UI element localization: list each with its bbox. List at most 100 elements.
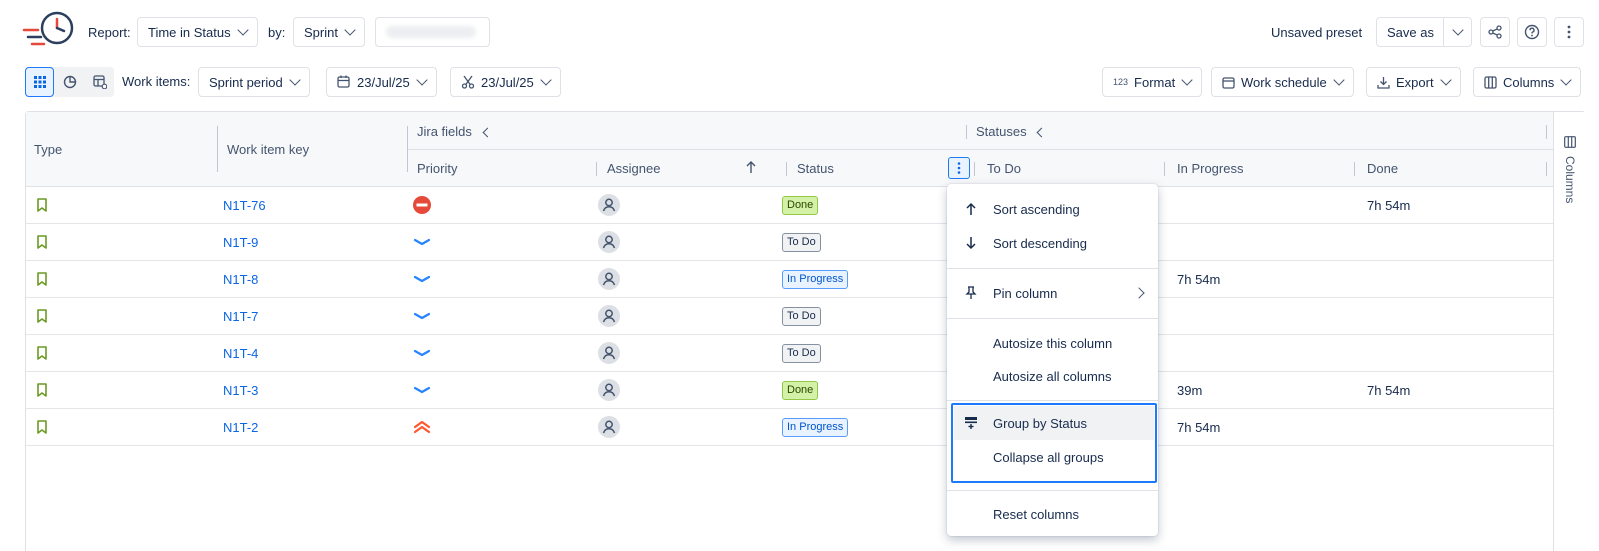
menu-sort-ascending[interactable]: Sort ascending <box>947 192 1158 226</box>
menu-reset-columns-label: Reset columns <box>993 506 1079 522</box>
number-format-icon: 123 <box>1113 77 1129 87</box>
help-button[interactable] <box>1517 17 1547 47</box>
status-cell: In Progress <box>782 409 849 445</box>
group-header-jira-fields[interactable]: Jira fields <box>417 124 492 139</box>
work-items-label: Work items: <box>122 74 191 89</box>
group-header-jira-fields-label: Jira fields <box>417 124 472 139</box>
save-as-button[interactable]: Save as <box>1376 17 1445 47</box>
status-lozenge: In Progress <box>782 417 849 437</box>
more-menu-button[interactable] <box>1554 17 1584 47</box>
table-row[interactable]: N1T-9 To Do <box>26 224 1553 261</box>
sprint-picker[interactable] <box>375 17 490 47</box>
grid-view-button[interactable] <box>25 67 54 97</box>
chart-view-button[interactable] <box>55 67 84 97</box>
pie-chart-icon <box>63 75 76 89</box>
collapse-group-icon[interactable] <box>482 127 492 138</box>
assignee-avatar-icon[interactable] <box>598 409 620 445</box>
story-type-icon <box>36 224 48 260</box>
arrow-down-icon <box>963 235 979 251</box>
work-schedule-button[interactable]: Work schedule <box>1211 67 1354 97</box>
chevron-down-icon <box>1181 74 1193 86</box>
table-row[interactable]: N1T-3 Done 39m 7h 54m <box>26 372 1553 409</box>
header-priority[interactable]: Priority <box>417 161 457 176</box>
format-button[interactable]: 123 Format <box>1102 67 1203 97</box>
calendar-view-button[interactable] <box>85 67 114 97</box>
grid-header: Type Work item key Jira fields Statuses … <box>26 112 1553 187</box>
header-in-progress[interactable]: In Progress <box>1177 161 1243 176</box>
low-priority-icon <box>412 335 432 371</box>
assignee-avatar-icon[interactable] <box>598 224 620 260</box>
menu-pin-column[interactable]: Pin column <box>947 276 1158 310</box>
period-select[interactable]: Sprint period <box>198 67 310 97</box>
header-status[interactable]: Status <box>797 161 834 176</box>
work-item-key-link[interactable]: N1T-7 <box>223 298 258 334</box>
assignee-avatar-icon[interactable] <box>598 335 620 371</box>
table-row[interactable]: N1T-8 In Progress 7h 54m <box>26 261 1553 298</box>
end-date-picker[interactable]: 23/Jul/25 <box>450 67 561 97</box>
columns-side-panel[interactable]: Columns <box>1553 112 1586 551</box>
work-item-key-link[interactable]: N1T-8 <box>223 261 258 297</box>
work-item-key-link[interactable]: N1T-4 <box>223 335 258 371</box>
story-type-icon <box>36 409 48 445</box>
menu-collapse-all-groups[interactable]: Collapse all groups <box>954 440 1154 474</box>
low-priority-icon <box>412 261 432 297</box>
header-todo[interactable]: To Do <box>987 161 1021 176</box>
table-row[interactable]: N1T-2 In Progress 7h 54m <box>26 409 1553 446</box>
columns-button[interactable]: Columns <box>1473 67 1582 97</box>
save-as-dropdown-button[interactable] <box>1443 17 1472 47</box>
work-item-key-link[interactable]: N1T-76 <box>223 187 266 223</box>
menu-autosize-all-columns-label: Autosize all columns <box>993 368 1112 384</box>
story-type-icon <box>36 372 48 408</box>
work-item-key-link[interactable]: N1T-3 <box>223 372 258 408</box>
by-select-value: Sprint <box>304 24 338 40</box>
header-work-item-key[interactable]: Work item key <box>227 142 309 157</box>
chevron-down-icon <box>289 74 301 86</box>
assignee-avatar-icon[interactable] <box>598 372 620 408</box>
assignee-avatar-icon[interactable] <box>598 261 620 297</box>
status-cell: Done <box>782 187 819 223</box>
menu-group-by-status[interactable]: Group by Status <box>954 406 1154 440</box>
start-date-picker[interactable]: 23/Jul/25 <box>326 67 437 97</box>
help-icon <box>1524 24 1540 40</box>
scissors-icon <box>461 75 475 89</box>
view-toggle-group <box>25 67 114 97</box>
calendar-grid-icon <box>92 75 107 89</box>
table-row[interactable]: N1T-4 To Do <box>26 335 1553 372</box>
menu-sort-ascending-label: Sort ascending <box>993 201 1080 217</box>
menu-group-by-status-label: Group by Status <box>993 415 1087 431</box>
columns-label: Columns <box>1503 74 1555 90</box>
end-date-value: 23/Jul/25 <box>481 74 534 90</box>
story-type-icon <box>36 187 48 223</box>
header-assignee[interactable]: Assignee <box>607 161 660 176</box>
story-type-icon <box>36 261 48 297</box>
assignee-avatar-icon[interactable] <box>598 187 620 223</box>
table-row[interactable]: N1T-7 To Do <box>26 298 1553 335</box>
header-type[interactable]: Type <box>34 142 62 157</box>
status-cell: To Do <box>782 298 821 334</box>
work-item-key-link[interactable]: N1T-2 <box>223 409 258 445</box>
status-cell: To Do <box>782 335 821 371</box>
report-select[interactable]: Time in Status <box>137 17 258 47</box>
menu-sort-descending[interactable]: Sort descending <box>947 226 1158 260</box>
share-icon <box>1488 25 1502 39</box>
work-item-key-link[interactable]: N1T-9 <box>223 224 258 260</box>
menu-autosize-this-column[interactable]: Autosize this column <box>947 326 1158 360</box>
share-button[interactable] <box>1480 17 1510 47</box>
status-column-menu-button[interactable] <box>948 157 970 179</box>
menu-autosize-all-columns[interactable]: Autosize all columns <box>947 359 1158 393</box>
columns-side-panel-label: Columns <box>1563 156 1577 204</box>
collapse-group-icon[interactable] <box>1036 127 1047 138</box>
export-button[interactable]: Export <box>1366 67 1461 97</box>
format-label: Format <box>1134 74 1176 90</box>
chevron-down-icon <box>1452 24 1464 36</box>
calendar-icon <box>1222 76 1235 89</box>
status-cell: In Progress <box>782 261 849 297</box>
assignee-avatar-icon[interactable] <box>598 298 620 334</box>
in-progress-time-cell: 7h 54m <box>1177 419 1221 435</box>
group-by-icon <box>963 415 979 431</box>
by-select[interactable]: Sprint <box>293 17 365 47</box>
group-header-statuses[interactable]: Statuses <box>976 124 1047 139</box>
menu-reset-columns[interactable]: Reset columns <box>947 497 1158 531</box>
header-done[interactable]: Done <box>1367 161 1398 176</box>
table-row[interactable]: N1T-76 Done 7h 54m <box>26 187 1553 224</box>
